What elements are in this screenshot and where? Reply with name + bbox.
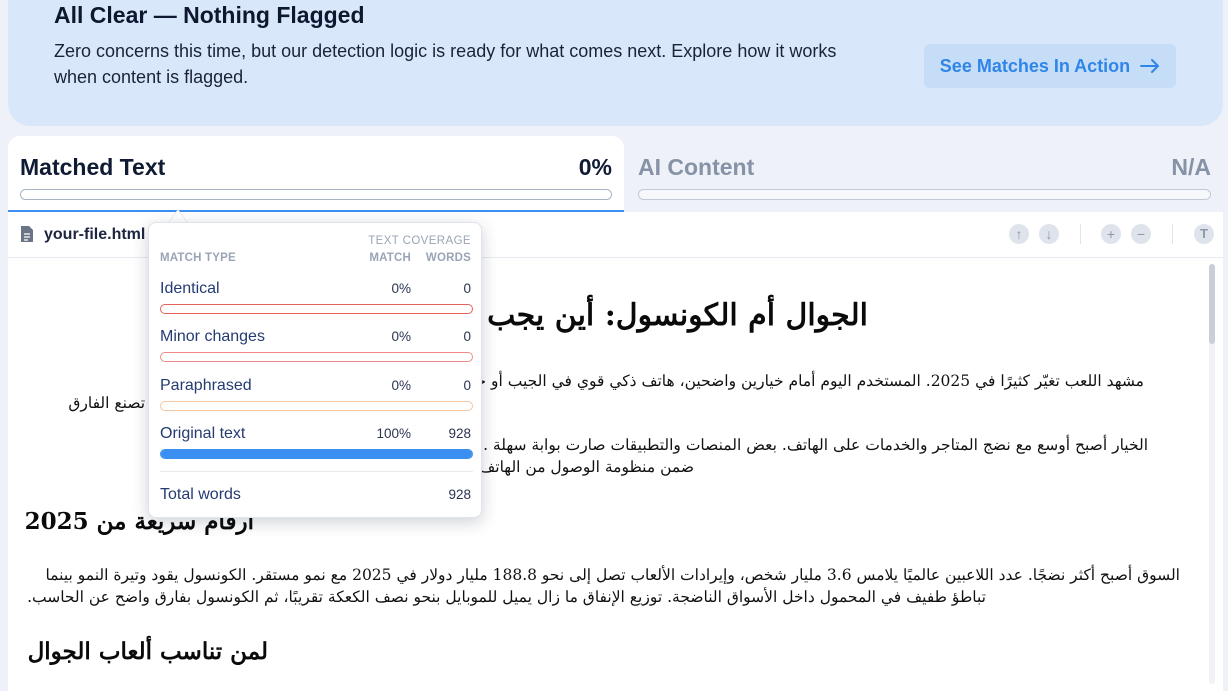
header-match-type: MATCH TYPE: [160, 252, 236, 264]
file-name: your-file.html: [44, 226, 146, 243]
row-paraphrased-bar: [160, 401, 473, 411]
match-breakdown-popup: TEXT COVERAGE MATCH TYPE MATCH WORDS Ide…: [148, 222, 482, 518]
document-icon: [21, 226, 33, 242]
tab-ai-content-value: N/A: [1171, 154, 1211, 180]
row-minor-changes-label: Minor changes: [160, 328, 265, 345]
total-words-value: 928: [448, 487, 471, 502]
all-clear-banner: All Clear — Nothing Flagged Zero concern…: [8, 0, 1223, 126]
scrollbar-thumb[interactable]: [1209, 264, 1215, 344]
row-minor-changes-words: 0: [463, 329, 471, 344]
row-identical-pct: 0%: [391, 281, 411, 296]
toolbar-divider: [1172, 224, 1173, 244]
minus-icon[interactable]: −: [1131, 224, 1151, 244]
matched-text-progress-bar: [20, 189, 612, 200]
doc-paragraph-3-line-1: السوق أصبح أكثر نضجًا. عدد اللاعبين عالم…: [45, 566, 1180, 584]
banner-title: All Clear — Nothing Flagged: [54, 2, 365, 28]
row-paraphrased-words: 0: [463, 378, 471, 393]
ai-content-progress-bar: [638, 189, 1211, 200]
row-identical-label: Identical: [160, 280, 220, 297]
row-original-text-bar: [160, 449, 473, 459]
toolbar-divider: [1080, 224, 1081, 244]
row-paraphrased-label: Paraphrased: [160, 377, 252, 394]
total-words-label: Total words: [160, 486, 241, 503]
text-size-icon[interactable]: T: [1194, 224, 1214, 244]
header-match: MATCH: [369, 252, 411, 264]
tab-matched-text-value: 0%: [578, 154, 612, 180]
banner-description: Zero concerns this time, but our detecti…: [54, 41, 837, 87]
row-original-text-fill: [161, 450, 472, 458]
document-scrollbar[interactable]: [1209, 264, 1215, 684]
row-identical-bar: [160, 304, 473, 314]
doc-paragraph-3-line-2: تباطؤ طفيف في المحمول داخل الأسواق الناض…: [27, 588, 986, 606]
row-original-text-pct: 100%: [376, 426, 411, 441]
tab-matched-text-label: Matched Text: [20, 154, 166, 180]
doc-heading-mobile-games: لمن تناسب ألعاب الجوال: [27, 638, 268, 665]
see-matches-label: See Matches In Action: [939, 55, 1131, 76]
tab-ai-content[interactable]: AI Content N/A: [626, 136, 1223, 212]
arrow-up-icon[interactable]: ↑: [1009, 224, 1029, 244]
row-identical-words: 0: [463, 281, 471, 296]
tab-ai-content-label: AI Content: [638, 154, 755, 180]
row-minor-changes-bar: [160, 352, 473, 362]
header-words: WORDS: [425, 252, 471, 264]
row-original-text-words: 928: [448, 426, 471, 441]
row-original-text-label: Original text: [160, 425, 246, 442]
arrow-right-icon: [1140, 59, 1160, 73]
popup-divider: [160, 471, 473, 472]
plus-icon[interactable]: +: [1101, 224, 1121, 244]
tab-matched-text[interactable]: Matched Text 0%: [8, 136, 624, 212]
arrow-down-icon[interactable]: ↓: [1039, 224, 1059, 244]
header-text-coverage: TEXT COVERAGE: [368, 235, 471, 247]
row-paraphrased-pct: 0%: [391, 378, 411, 393]
row-minor-changes-pct: 0%: [391, 329, 411, 344]
report-tabs: Matched Text 0% AI Content N/A: [8, 136, 1223, 212]
see-matches-button[interactable]: See Matches In Action: [924, 44, 1176, 88]
